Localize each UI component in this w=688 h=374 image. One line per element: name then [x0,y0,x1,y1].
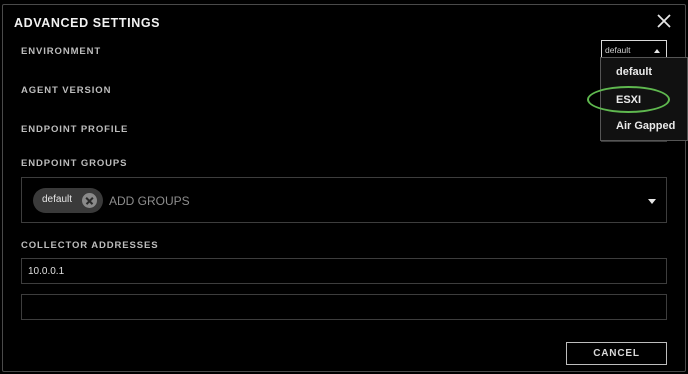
agent-version-label: AGENT VERSION [21,85,112,96]
endpoint-profile-label: ENDPOINT PROFILE [21,124,129,135]
caret-up-icon [654,49,660,53]
endpoint-profile-select-edge[interactable] [601,141,667,142]
environment-dropdown-menu: default ESXI Air Gapped [600,57,688,141]
close-icon[interactable] [655,12,673,30]
collector-address-field-1[interactable] [21,258,667,284]
collector-address-field-2[interactable] [21,294,667,320]
remove-chip-icon[interactable] [82,193,97,208]
group-chip-default: default [33,188,103,213]
endpoint-groups-label: ENDPOINT GROUPS [21,158,128,169]
dropdown-option-air-gapped[interactable]: Air Gapped [616,120,675,132]
endpoint-groups-multiselect[interactable]: default [21,177,667,223]
add-groups-input[interactable] [109,194,629,208]
cancel-button[interactable]: CANCEL [566,342,667,365]
environment-selected-value: default [605,45,631,55]
environment-label: ENVIRONMENT [21,46,102,57]
dropdown-option-esxi[interactable]: ESXI [616,94,641,106]
dropdown-option-default[interactable]: default [616,66,652,78]
dialog-title: ADVANCED SETTINGS [14,16,161,30]
group-chip-label: default [42,194,73,205]
chevron-down-icon[interactable] [648,199,656,204]
collector-addresses-label: COLLECTOR ADDRESSES [21,240,159,251]
